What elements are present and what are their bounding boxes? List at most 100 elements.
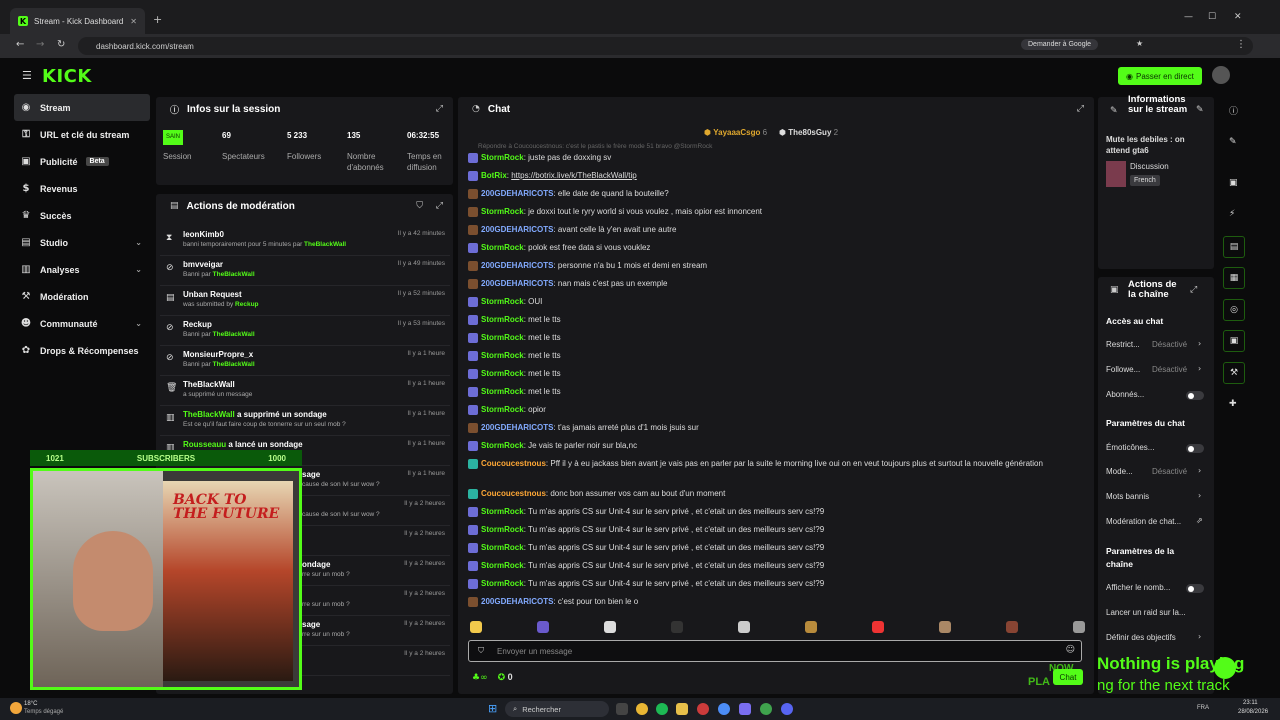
chat-message[interactable]: StormRock: met le tts	[468, 314, 1080, 326]
restrict-value[interactable]: Désactivé	[1152, 340, 1187, 349]
chrome-alt-icon[interactable]	[760, 703, 772, 715]
maximize-icon[interactable]: ☐	[1208, 12, 1216, 22]
chat-username[interactable]: StormRock	[481, 351, 524, 360]
panel-toggle-info-icon[interactable]: ◎	[1223, 299, 1245, 321]
chat-message[interactable]: StormRock: met le tts	[468, 368, 1080, 380]
url-field[interactable]: dashboard.kick.com/stream Demander à Goo…	[78, 37, 1253, 55]
ask-google-button[interactable]: Demander à Google	[1021, 39, 1099, 50]
edit-icon[interactable]: ✎	[1229, 137, 1237, 147]
chat-username[interactable]: StormRock	[481, 507, 524, 516]
chat-username[interactable]: StormRock	[481, 543, 524, 552]
chat-username[interactable]: 200GDEHARICOTS	[481, 189, 553, 198]
hamburger-menu-icon[interactable]: ☰	[22, 69, 32, 82]
weather-icon[interactable]	[10, 702, 22, 714]
chat-username[interactable]: Coucoucestnous	[481, 489, 546, 498]
emote-icon[interactable]	[1006, 621, 1018, 633]
clock-time[interactable]: 23:11	[1243, 700, 1258, 706]
chat-username[interactable]: StormRock	[481, 441, 524, 450]
chat-message[interactable]: StormRock: polok est free data si vous v…	[468, 242, 1080, 254]
minimize-icon[interactable]: —	[1184, 12, 1193, 22]
avatar[interactable]	[1212, 66, 1230, 84]
sidebar-item-stream-key[interactable]: ⚿ URL et clé du stream	[14, 121, 150, 148]
chat-message[interactable]: Coucoucestnous: donc bon assumer vos cam…	[468, 488, 1080, 500]
chat-username[interactable]: BotRix	[481, 171, 507, 180]
chat-username[interactable]: StormRock	[481, 153, 524, 162]
chat-username[interactable]: StormRock	[481, 207, 524, 216]
panel-toggle-session-icon[interactable]: ▤	[1223, 236, 1245, 258]
moderation-row[interactable]: ▤ Unban Request was submitted by Reckup Il …	[160, 286, 450, 316]
chevron-right-icon[interactable]: ›	[1198, 364, 1201, 373]
chat-username[interactable]: 200GDEHARICOTS	[481, 225, 553, 234]
pinned-user[interactable]: ⬢ YayaaaCsgo 6	[704, 128, 767, 137]
chat-message[interactable]: StormRock: Tu m'as appris CS sur Unit-4 …	[468, 578, 1080, 590]
chat-username[interactable]: StormRock	[481, 297, 524, 306]
bookmark-star-icon[interactable]: ★	[1136, 39, 1143, 48]
video-icon[interactable]: ▣	[1229, 178, 1238, 188]
language-indicator[interactable]: FRA	[1197, 705, 1209, 711]
chrome-icon[interactable]	[636, 703, 648, 715]
discord-icon[interactable]	[781, 703, 793, 715]
followers-only-label[interactable]: Followe...	[1106, 365, 1140, 374]
followers-only-value[interactable]: Désactivé	[1152, 365, 1187, 374]
panel-toggle-chat-icon[interactable]: ▦	[1223, 267, 1245, 289]
slow-mode-label[interactable]: Mode...	[1106, 467, 1133, 476]
chat-username[interactable]: StormRock	[481, 333, 524, 342]
chat-moderation-link[interactable]: Modération de chat...	[1106, 517, 1181, 526]
browser-menu-icon[interactable]: ⋮	[1236, 39, 1246, 50]
chat-username[interactable]: StormRock	[481, 387, 524, 396]
chat-username[interactable]: 200GDEHARICOTS	[481, 261, 553, 270]
clock-date[interactable]: 28/08/2026	[1238, 709, 1268, 715]
taskbar-search[interactable]: ⌕ Rechercher	[505, 701, 609, 717]
emote-icon[interactable]	[537, 621, 549, 633]
forward-icon[interactable]: →	[36, 39, 44, 50]
moderation-row[interactable]: ▥ TheBlackWall a supprimé un sondage Est c…	[160, 406, 450, 436]
obs-icon[interactable]	[739, 703, 751, 715]
chat-message[interactable]: StormRock: met le tts	[468, 350, 1080, 362]
chat-message[interactable]: StormRock: Tu m'as appris CS sur Unit-4 …	[468, 506, 1080, 518]
sidebar-item-ads[interactable]: ▣ Publicité Beta	[14, 148, 150, 175]
chat-username[interactable]: StormRock	[481, 369, 524, 378]
expand-icon[interactable]: ⤢	[1077, 104, 1084, 114]
moderation-row[interactable]: ⧗ leonKimb0 banni temporairement pour 5 mi…	[160, 226, 450, 256]
emote-icon[interactable]	[470, 621, 482, 633]
new-tab-icon[interactable]: +	[153, 13, 162, 26]
windows-start-icon[interactable]: ⊞	[488, 702, 497, 715]
go-live-button[interactable]: ◉ Passer en direct	[1118, 67, 1202, 85]
goals-link[interactable]: Définir des objectifs	[1106, 633, 1176, 642]
emoji-icon[interactable]: ☺	[1066, 645, 1075, 655]
expand-icon[interactable]: ⤢	[1190, 285, 1197, 295]
chat-message[interactable]: Coucoucestnous: Pff il y à eu jackass bi…	[468, 458, 1080, 470]
edit-icon[interactable]: ✎	[1196, 105, 1204, 115]
moderation-row[interactable]: ⊘ bmvveigar Banni par TheBlackWall Il y a 4…	[160, 256, 450, 286]
chat-message[interactable]: StormRock: je doxxi tout le ryry world s…	[468, 206, 1080, 218]
chat-username[interactable]: StormRock	[481, 525, 524, 534]
chat-input[interactable]: ⛉ Envoyer un message ☺	[468, 640, 1082, 662]
task-view-icon[interactable]	[616, 703, 628, 715]
emote-icon[interactable]	[939, 621, 951, 633]
reload-icon[interactable]: ↻	[57, 39, 65, 50]
spotify-icon[interactable]	[656, 703, 668, 715]
filter-icon[interactable]: ⛉	[416, 201, 423, 211]
close-tab-icon[interactable]: ✕	[130, 17, 137, 26]
moderation-row[interactable]: ⊘ MonsieurPropre_x Banni par TheBlackWall I…	[160, 346, 450, 376]
back-icon[interactable]: ←	[16, 39, 24, 50]
chat-message[interactable]: 200GDEHARICOTS: elle date de quand la bo…	[468, 188, 1080, 200]
pinned-user[interactable]: ⬢ The80sGuy 2	[779, 128, 838, 137]
bolt-icon[interactable]: ⚡	[1229, 209, 1235, 219]
sidebar-item-drops[interactable]: ✿ Drops & Récompenses	[14, 337, 150, 364]
emote-icon[interactable]	[1073, 621, 1085, 633]
chevron-right-icon[interactable]: ›	[1198, 339, 1201, 348]
sidebar-item-moderation[interactable]: ⚒ Modération	[14, 283, 150, 310]
chat-username[interactable]: 200GDEHARICOTS	[481, 423, 553, 432]
raid-link[interactable]: Lancer un raid sur la...	[1106, 608, 1186, 617]
sidebar-item-stream[interactable]: ◉ Stream	[14, 94, 150, 121]
app-icon[interactable]	[697, 703, 709, 715]
chat-message[interactable]: 200GDEHARICOTS: c'est pour ton bien le o	[468, 596, 1080, 608]
chevron-right-icon[interactable]: ›	[1198, 491, 1201, 500]
kick-logo[interactable]: KICK	[42, 66, 92, 87]
browser-tab[interactable]: K Stream - Kick Dashboard ✕	[10, 8, 145, 34]
chat-message[interactable]: 200GDEHARICOTS: avant celle là y'en avai…	[468, 224, 1080, 236]
chat-message[interactable]: StormRock: Tu m'as appris CS sur Unit-4 …	[468, 524, 1080, 536]
chat-link[interactable]: https://botrix.live/k/TheBlackWall/tip	[511, 171, 637, 180]
chat-message[interactable]: StormRock: juste pas de doxxing sv	[468, 152, 1080, 164]
